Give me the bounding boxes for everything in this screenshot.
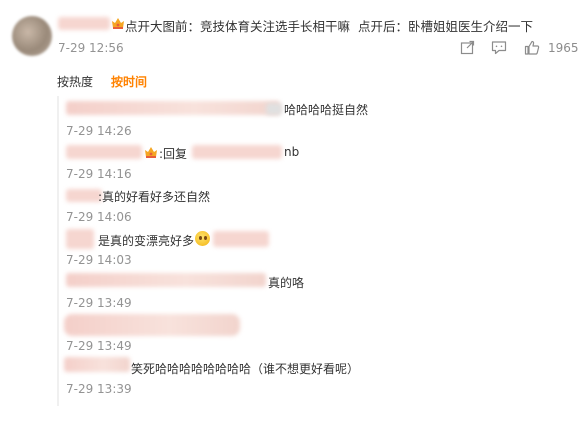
reply-time: 7-29 13:49 [66, 339, 132, 353]
reply-content-blurred[interactable] [64, 314, 240, 336]
reply-username-blurred[interactable] [66, 101, 280, 115]
reply-text: 笑死哈哈哈哈哈哈哈哈（谁不想更好看呢） [131, 362, 360, 376]
reply-text-suffix: nb [284, 145, 300, 159]
reply-time: 7-29 14:26 [66, 124, 132, 138]
reply-text: :真的好看好多还自然 [98, 190, 211, 204]
reply-username-blurred[interactable] [66, 229, 94, 249]
comment-time: 7-29 12:56 [58, 41, 124, 55]
reply-thread-line [57, 96, 59, 406]
share-button[interactable] [458, 38, 476, 56]
user-badge-icon [145, 147, 157, 158]
mentioned-user-blurred[interactable] [192, 145, 282, 159]
comment-text: 点开大图前：竞技体育关注选手长相干嘛 点开后：卧槽姐姐医生介绍一下 [125, 16, 533, 35]
reply-text: 是真的变漂亮好多 [98, 234, 195, 248]
user-badge-icon [112, 18, 124, 29]
reply-time: 7-29 13:49 [66, 296, 132, 310]
sort-by-time-tab[interactable]: 按时间 [111, 73, 147, 90]
share-icon [460, 40, 474, 54]
reply-text: 哈哈哈哈挺自然 [284, 103, 369, 117]
username-blurred[interactable] [58, 17, 110, 30]
reply-time: 7-29 14:06 [66, 210, 132, 224]
comment-text-part1: 点开大图前：竞技体育关注选手长相干嘛 [125, 19, 351, 34]
sort-by-hot-tab[interactable]: 按热度 [57, 73, 93, 90]
comment-button[interactable] [490, 38, 508, 56]
reply-text: 真的咯 [268, 276, 305, 290]
like-button[interactable] [523, 38, 541, 56]
reply-time: 7-29 14:03 [66, 253, 132, 267]
avatar[interactable] [12, 16, 52, 56]
like-count: 1965 [548, 41, 579, 55]
reply-username-blurred[interactable] [66, 189, 102, 202]
like-icon [524, 40, 540, 55]
blurred-sticker [266, 103, 282, 115]
reply-text-prefix: :回复 [159, 147, 188, 161]
reply-username-blurred[interactable] [66, 145, 142, 159]
comment-icon [491, 40, 507, 54]
reply-username-blurred[interactable] [66, 273, 266, 287]
comment-text-part2: 点开后：卧槽姐姐医生介绍一下 [358, 19, 534, 34]
reply-time: 7-29 13:39 [66, 382, 132, 396]
pleading-face-emoji-icon [195, 231, 210, 246]
reply-username-blurred[interactable] [64, 357, 130, 372]
blurred-trailing-text [213, 231, 269, 247]
reply-time: 7-29 14:16 [66, 167, 132, 181]
